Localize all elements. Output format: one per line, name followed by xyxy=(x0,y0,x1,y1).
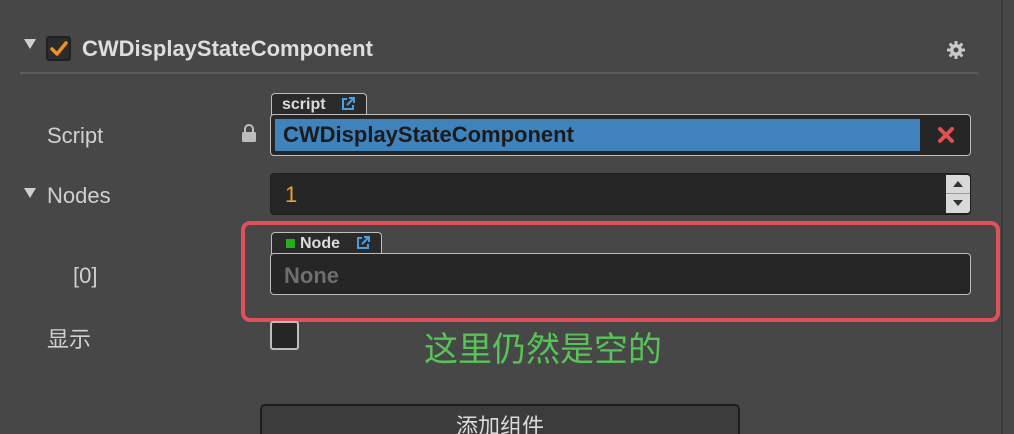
lock-icon xyxy=(242,124,256,142)
script-label: Script xyxy=(47,123,104,148)
component-title: CWDisplayStateComponent xyxy=(82,36,373,61)
component-header: CWDisplayStateComponent xyxy=(20,28,978,74)
clear-x-icon[interactable] xyxy=(936,125,956,145)
script-asset-value[interactable]: CWDisplayStateComponent xyxy=(275,119,920,151)
stepper-up-button[interactable] xyxy=(946,175,970,194)
nodes-count-input[interactable]: 1 xyxy=(270,173,971,215)
show-checkbox[interactable] xyxy=(270,321,299,350)
scrollbar-edge[interactable] xyxy=(1001,0,1003,434)
fold-triangle-icon[interactable] xyxy=(24,39,36,49)
show-label: 显示 xyxy=(47,328,92,353)
script-tag-label: script xyxy=(282,96,326,113)
nodes-stepper[interactable] xyxy=(946,175,970,213)
arrow-up-icon xyxy=(953,181,963,187)
external-link-icon[interactable] xyxy=(340,96,356,112)
annotation-highlight-box xyxy=(241,221,1000,322)
component-enabled-checkbox[interactable] xyxy=(46,36,71,61)
nodes-label: Nodes xyxy=(47,183,111,208)
annotation-text: 这里仍然是空的 xyxy=(424,330,662,370)
script-asset-field[interactable]: CWDisplayStateComponent xyxy=(270,114,971,156)
add-component-button[interactable]: 添加组件 xyxy=(260,404,740,434)
node-index-label: [0] xyxy=(73,263,98,288)
inspector-panel: CWDisplayStateComponent Script script CW… xyxy=(0,0,1014,434)
gear-icon[interactable] xyxy=(946,40,966,60)
stepper-down-button[interactable] xyxy=(946,194,970,213)
nodes-count-value[interactable]: 1 xyxy=(285,182,297,208)
checkmark-icon xyxy=(50,41,68,56)
arrow-down-icon xyxy=(953,200,963,206)
nodes-fold-triangle-icon[interactable] xyxy=(24,188,36,198)
